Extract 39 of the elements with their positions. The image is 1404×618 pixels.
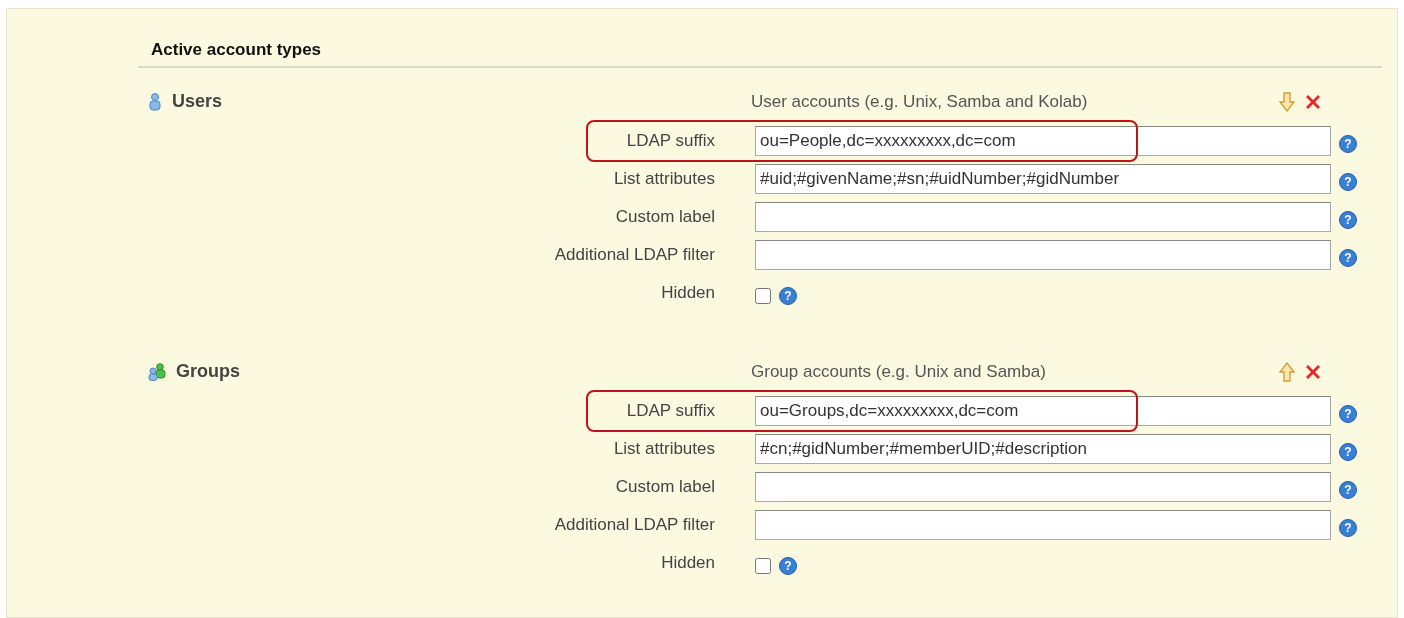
input-field[interactable] — [755, 239, 1331, 270]
field-label: Hidden — [660, 281, 715, 304]
field-label: List attributes — [612, 167, 715, 190]
help-icon[interactable]: ? — [1339, 518, 1357, 537]
help-icon[interactable]: ? — [779, 556, 797, 575]
checkbox[interactable] — [755, 287, 771, 304]
help-icon[interactable]: ? — [1339, 404, 1357, 423]
field-label: Custom label — [614, 475, 715, 498]
input-field[interactable]: #cn;#gidNumber;#memberUID;#description — [755, 433, 1331, 464]
field-label: Custom label — [614, 205, 715, 228]
arrow-up-icon[interactable] — [1279, 361, 1295, 382]
help-icon[interactable]: ? — [1339, 172, 1357, 191]
account-type-name: Groups — [176, 360, 240, 383]
input-field[interactable] — [755, 509, 1331, 540]
input-field[interactable]: ou=Groups,dc=xxxxxxxxx,dc=com — [755, 395, 1331, 426]
help-icon[interactable]: ? — [1339, 480, 1357, 499]
group-icon — [148, 362, 166, 381]
field-label: Hidden — [660, 551, 715, 574]
account-type-description: Group accounts (e.g. Unix and Samba) — [751, 360, 1047, 383]
field-label: Additional LDAP filter — [553, 243, 715, 266]
account-type-description: User accounts (e.g. Unix, Samba and Kolab) — [751, 90, 1089, 113]
field-label: List attributes — [612, 437, 715, 460]
user-icon — [148, 92, 162, 111]
field-label: Additional LDAP filter — [553, 513, 715, 536]
help-icon[interactable]: ? — [1339, 248, 1357, 267]
account-type-name: Users — [172, 90, 223, 113]
input-field[interactable]: #uid;#givenName;#sn;#uidNumber;#gidNumber — [755, 163, 1331, 194]
help-icon[interactable]: ? — [779, 286, 797, 305]
section-title: Active account types — [138, 37, 1382, 68]
field-label: LDAP suffix — [625, 129, 715, 152]
help-icon[interactable]: ? — [1339, 134, 1357, 153]
arrow-down-icon[interactable] — [1279, 91, 1295, 112]
field-label: LDAP suffix — [625, 399, 715, 422]
input-field[interactable] — [755, 201, 1331, 232]
checkbox[interactable] — [755, 557, 771, 574]
input-field[interactable] — [755, 471, 1331, 502]
input-field[interactable]: ou=People,dc=xxxxxxxxx,dc=com — [755, 125, 1331, 156]
help-icon[interactable]: ? — [1339, 210, 1357, 229]
help-icon[interactable]: ? — [1339, 442, 1357, 461]
